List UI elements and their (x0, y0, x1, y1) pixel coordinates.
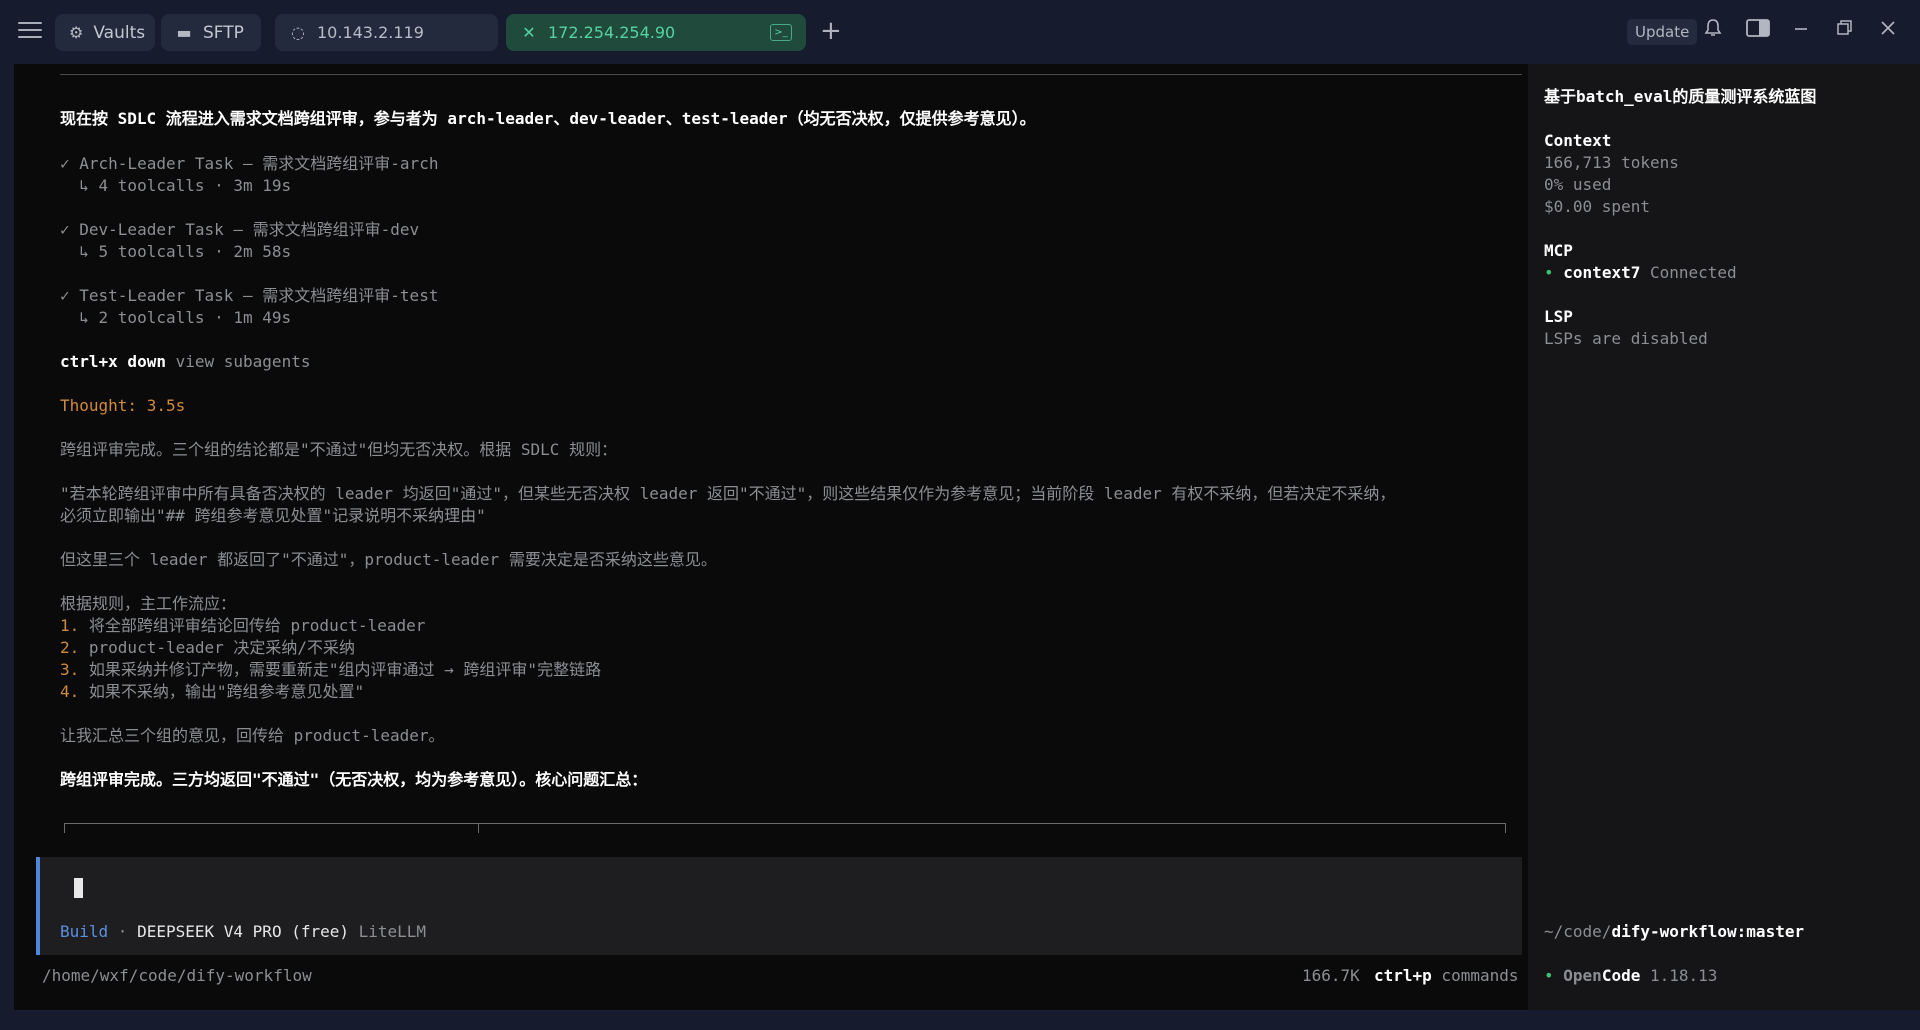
percent-used: 0% used (1544, 175, 1612, 194)
tab-sftp[interactable]: ▬ SFTP (161, 14, 261, 51)
new-tab-icon[interactable]: + (820, 16, 842, 46)
task-title: ✓ Dev-Leader Task — 需求文档跨组评审-dev (60, 220, 420, 239)
session-sidebar: 基于batch_eval的质量测评系统蓝图 Context 166,713 to… (1528, 64, 1920, 1010)
bell-icon[interactable] (1704, 18, 1722, 43)
provider-name: LiteLLM (349, 922, 427, 941)
token-usage: 166,713 tokens (1544, 153, 1679, 172)
mcp-heading: MCP (1544, 241, 1573, 260)
paragraph: 让我汇总三个组的意见，回传给 product-leader。 (60, 726, 445, 745)
cwd-branch: ~/code/dify-workflow:master (1544, 922, 1804, 942)
folder-icon: ▬ (176, 23, 192, 42)
menu-icon[interactable] (18, 22, 42, 40)
task-meta: ↳ 4 toolcalls · 3m 19s (60, 176, 292, 195)
mcp-server-name: context7 (1563, 263, 1641, 282)
status-dot-icon: • (1544, 966, 1554, 985)
model-info: Build · DEEPSEEK V4 PRO (free) LiteLLM (60, 922, 426, 942)
intro-text: 现在按 SDLC 流程进入需求文档跨组评审，参与者为 arch-leader、d… (60, 109, 1036, 128)
separator: · (108, 922, 138, 941)
task-meta: ↳ 5 toolcalls · 2m 58s (60, 242, 292, 261)
list-text: product-leader 决定采纳/不采纳 (79, 638, 356, 657)
tab-host-2[interactable]: ✕ 172.254.254.90 >_ (506, 14, 806, 51)
cwd-path: /home/wxf/code/dify-workflow (42, 966, 312, 985)
tab-host-1-label: 10.143.2.119 (317, 23, 424, 42)
window-close-icon[interactable] (1880, 18, 1896, 43)
commands-key: ctrl+p (1374, 966, 1432, 985)
loading-icon: ◌ (291, 23, 305, 42)
task-title: ✓ Arch-Leader Task — 需求文档跨组评审-arch (60, 154, 439, 173)
token-count: 166.7K (1302, 966, 1360, 985)
list-text: 将全部跨组评审结论回传给 product-leader (79, 616, 426, 635)
tab-host-1[interactable]: ◌ 10.143.2.119 (275, 14, 498, 51)
version-number: 1.18.13 (1640, 966, 1718, 985)
app-name-b: Code (1601, 966, 1641, 985)
app-version: • OpenCode 1.18.13 (1544, 966, 1717, 986)
task-title: ✓ Test-Leader Task — 需求文档跨组评审-test (60, 286, 439, 305)
divider (60, 74, 1522, 75)
list-text: 如果采纳并修订产物，需要重新走"组内评审通过 → 跨组评审"完整链路 (79, 660, 602, 679)
table-divider (478, 823, 479, 833)
paragraph: 根据规则，主工作流应： (60, 594, 237, 613)
tab-vaults[interactable]: ⚙ Vaults (55, 14, 155, 51)
tab-vaults-label: Vaults (93, 22, 146, 43)
shortcut-hint: ctrl+x down view subagents (60, 352, 310, 372)
mcp-server-status: Connected (1640, 263, 1737, 282)
panel-toggle-icon[interactable] (1746, 18, 1770, 43)
paragraph: 必须立即输出"## 跨组参考意见处置"记录说明不采纳理由" (60, 506, 486, 525)
restore-icon[interactable] (1836, 18, 1852, 43)
minimize-icon[interactable] (1793, 18, 1809, 43)
list-item: 3. 如果采纳并修订产物，需要重新走"组内评审通过 → 跨组评审"完整链路 (60, 660, 601, 680)
session-title: 基于batch_eval的质量测评系统蓝图 (1544, 87, 1817, 106)
paragraph: 跨组评审完成。三个组的结论都是"不通过"但均无否决权。根据 SDLC 规则： (60, 440, 618, 459)
list-item: 1. 将全部跨组评审结论回传给 product-leader (60, 616, 425, 636)
thought-label: Thought: 3.5s (60, 396, 186, 415)
update-button[interactable]: Update (1627, 19, 1698, 45)
mode-label[interactable]: Build (60, 922, 108, 941)
tab-sftp-label: SFTP (203, 22, 244, 43)
app-name-a: Open (1563, 966, 1602, 985)
list-item: 2. product-leader 决定采纳/不采纳 (60, 638, 355, 658)
tab-host-2-label: 172.254.254.90 (548, 23, 676, 42)
terminal-icon[interactable]: >_ (770, 24, 792, 41)
list-item: 4. 如果不采纳，输出"跨组参考意见处置" (60, 682, 364, 702)
lsp-status: LSPs are disabled (1544, 329, 1708, 348)
list-number: 2. (60, 638, 80, 657)
status-dot-icon: • (1544, 263, 1554, 282)
lsp-heading: LSP (1544, 307, 1573, 326)
commands-hint[interactable]: ctrl+p commands (1374, 966, 1519, 986)
task-meta: ↳ 2 toolcalls · 1m 49s (60, 308, 292, 327)
shortcut-label: view subagents (165, 352, 311, 371)
close-icon[interactable]: ✕ (520, 23, 538, 42)
shortcut-key: ctrl+x down (60, 352, 166, 371)
text-cursor (74, 878, 83, 898)
commands-label: commands (1431, 966, 1519, 985)
paragraph: 但这里三个 leader 都返回了"不通过"，product-leader 需要… (60, 550, 717, 569)
cwd-prefix: ~/code/ (1544, 922, 1612, 941)
list-number: 1. (60, 616, 80, 635)
cost-spent: $0.00 spent (1544, 197, 1650, 216)
model-name[interactable]: DEEPSEEK V4 PRO (free) (137, 922, 349, 941)
paragraph: "若本轮跨组评审中所有具备否决权的 leader 均返回"通过"，但某些无否决权… (60, 484, 1396, 503)
vault-icon: ⚙ (69, 23, 84, 42)
mcp-server: • context7 Connected (1544, 263, 1737, 283)
summary-heading: 跨组评审完成。三方均返回"不通过"（无否决权，均为参考意见）。核心问题汇总： (60, 770, 648, 789)
terminal-pane[interactable]: 现在按 SDLC 流程进入需求文档跨组评审，参与者为 arch-leader、d… (14, 64, 1528, 1010)
context-heading: Context (1544, 131, 1612, 150)
branch-name: dify-workflow:master (1611, 922, 1805, 941)
list-number: 3. (60, 660, 80, 679)
list-text: 如果不采纳，输出"跨组参考意见处置" (79, 682, 365, 701)
table-border (64, 823, 1506, 833)
list-number: 4. (60, 682, 80, 701)
top-bar: ⚙ Vaults ▬ SFTP ◌ 10.143.2.119 ✕ 172.254… (0, 0, 1920, 64)
